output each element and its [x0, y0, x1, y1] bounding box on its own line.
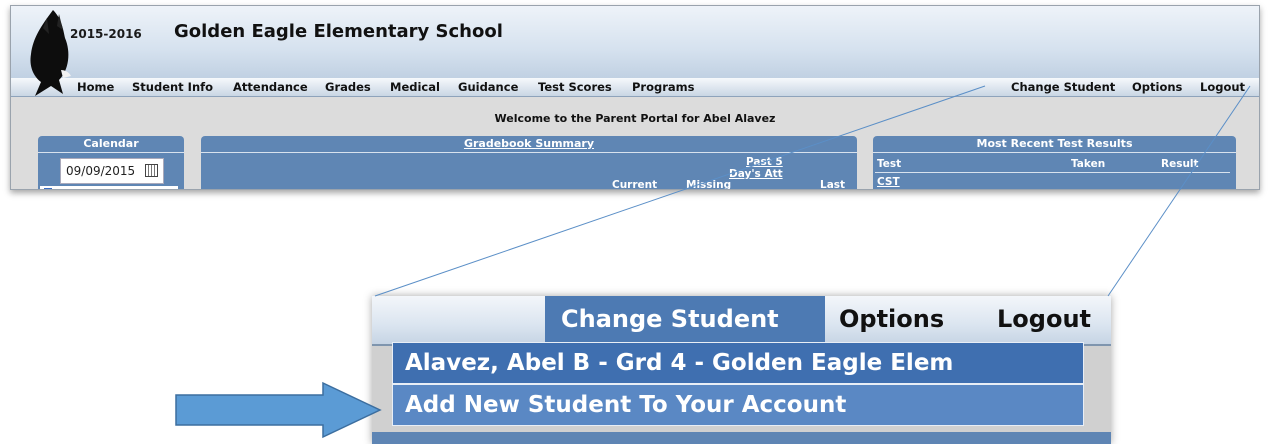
school-year: 2015-2016 [70, 27, 142, 41]
nav-change-student[interactable]: Change Student [1011, 80, 1115, 94]
zoomed-panel-edge [372, 432, 1111, 444]
zoomed-change-student-tab[interactable]: Change Student [545, 296, 825, 344]
nav-attendance[interactable]: Attendance [233, 80, 308, 94]
welcome-message: Welcome to the Parent Portal for Abel Al… [494, 112, 776, 125]
add-new-student-option[interactable]: Add New Student To Your Account [392, 384, 1084, 426]
gradebook-panel: Gradebook Summary Past 5 Day's Att Curre… [201, 136, 857, 190]
taken-header: Taken [1071, 158, 1106, 170]
pointer-arrow-icon [175, 381, 382, 439]
main-nav: Home Student Info Attendance Grades Medi… [11, 78, 1259, 97]
calendar-title: Calendar [38, 136, 184, 153]
past-5-header[interactable]: Past 5 [746, 156, 783, 168]
nav-student-info[interactable]: Student Info [132, 80, 213, 94]
days-att-header[interactable]: Day's Att [729, 168, 783, 180]
zoomed-options[interactable]: Options [839, 305, 944, 333]
school-name: Golden Eagle Elementary School [174, 21, 503, 42]
document-icon [44, 188, 52, 189]
nav-test-scores[interactable]: Test Scores [538, 80, 612, 94]
change-student-dropdown: Alavez, Abel B - Grd 4 - Golden Eagle El… [392, 342, 1084, 432]
nav-medical[interactable]: Medical [390, 80, 440, 94]
calendar-list [40, 186, 178, 189]
portal-screenshot: 2015-2016 Golden Eagle Elementary School… [10, 5, 1260, 190]
test-row-cst[interactable]: CST [877, 176, 900, 188]
nav-programs[interactable]: Programs [632, 80, 695, 94]
test-results-panel: Most Recent Test Results Test Taken Resu… [873, 136, 1236, 189]
missing-header: Missing [686, 179, 732, 190]
nav-logout[interactable]: Logout [1200, 80, 1245, 94]
calendar-date-input[interactable]: 09/09/2015 [60, 158, 164, 184]
portal-header: 2015-2016 Golden Eagle Elementary School [11, 6, 1259, 96]
test-results-title: Most Recent Test Results [873, 136, 1236, 153]
calendar-panel: Calendar 09/09/2015 [38, 136, 184, 189]
calendar-date-value: 09/09/2015 [66, 164, 136, 178]
last-header: Last [820, 179, 846, 190]
current-header: Current [612, 179, 658, 190]
test-header: Test [877, 158, 902, 170]
eagle-logo-icon [30, 10, 71, 96]
gradebook-title[interactable]: Gradebook Summary [201, 136, 857, 153]
nav-options[interactable]: Options [1132, 80, 1182, 94]
nav-home[interactable]: Home [77, 80, 114, 94]
zoomed-menu: Change Student Options Logout Alavez, Ab… [372, 296, 1111, 444]
nav-guidance[interactable]: Guidance [458, 80, 518, 94]
nav-grades[interactable]: Grades [325, 80, 371, 94]
header-divider [875, 172, 1230, 173]
result-header: Result [1161, 158, 1199, 170]
zoomed-change-student-label: Change Student [561, 305, 779, 333]
zoomed-nav-bar: Change Student Options Logout [372, 296, 1111, 346]
zoomed-logout[interactable]: Logout [997, 305, 1091, 333]
calendar-icon[interactable] [145, 164, 158, 177]
student-option-abel[interactable]: Alavez, Abel B - Grd 4 - Golden Eagle El… [392, 342, 1084, 384]
